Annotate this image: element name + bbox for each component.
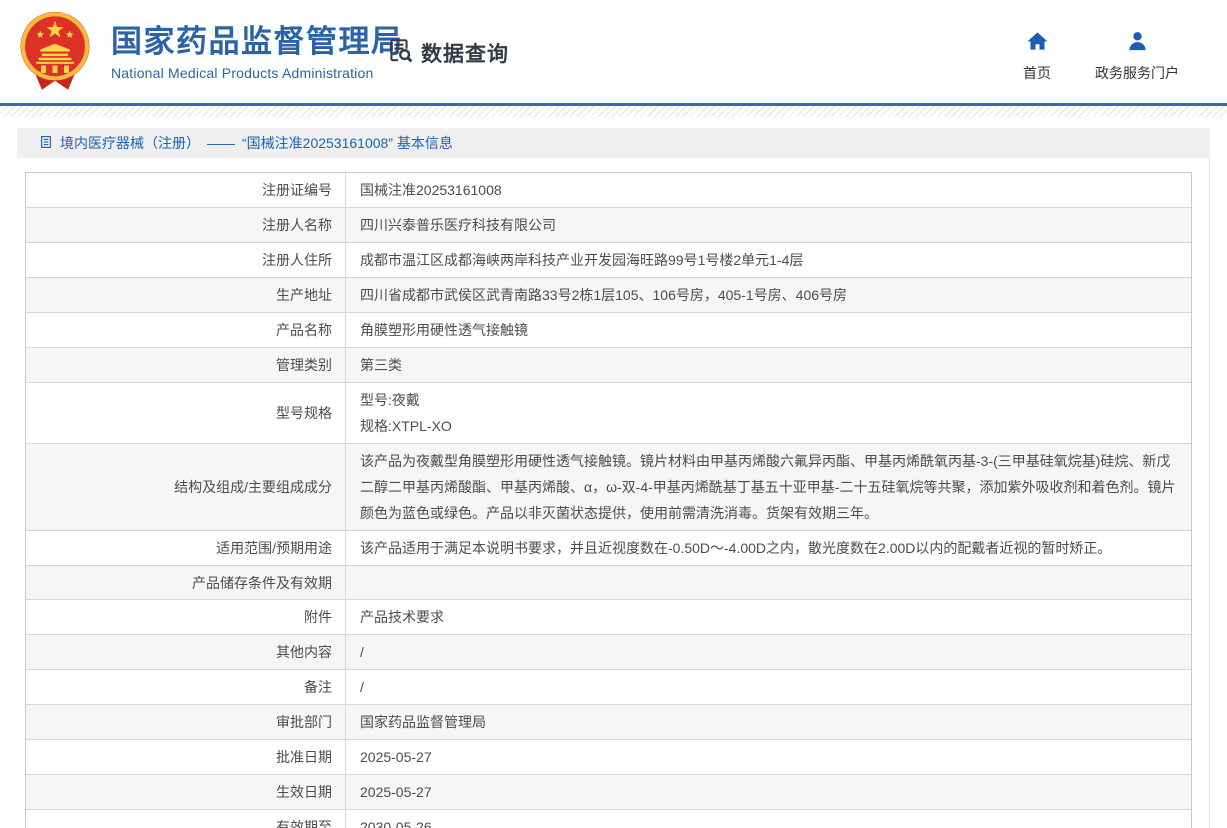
row-value: 产品技术要求 (346, 600, 1191, 634)
row-label: 生产地址 (26, 278, 346, 312)
row-label: 产品名称 (26, 313, 346, 347)
breadcrumb-separator: —— (207, 135, 235, 151)
row-label: 附件 (26, 600, 346, 634)
row-value: / (346, 670, 1191, 704)
row-label: 产品储存条件及有效期 (26, 566, 346, 599)
home-icon (1026, 30, 1049, 56)
breadcrumb: 境内医疗器械（注册） —— “国械注准20253161008” 基本信息 (17, 128, 1210, 158)
table-row-storage-conditions: 产品储存条件及有效期 (26, 566, 1191, 600)
row-value (346, 566, 1191, 599)
table-row-approval-date: 批准日期 2025-05-27 (26, 740, 1191, 775)
national-emblem-logo (14, 8, 96, 96)
table-row-effective-date: 生效日期 2025-05-27 (26, 775, 1191, 810)
row-label: 备注 (26, 670, 346, 704)
row-label: 注册人名称 (26, 208, 346, 242)
table-row-management-class: 管理类别 第三类 (26, 348, 1191, 383)
site-title-cn: 国家药品监督管理局 (111, 24, 404, 60)
row-value: 角膜塑形用硬性透气接触镜 (346, 313, 1191, 347)
row-label: 有效期至 (26, 810, 346, 828)
row-value: 型号:夜戴 规格:XTPL-XO (346, 383, 1191, 443)
table-row-product-name: 产品名称 角膜塑形用硬性透气接触镜 (26, 313, 1191, 348)
row-value: / (346, 635, 1191, 669)
table-row-intended-use: 适用范围/预期用途 该产品适用于满足本说明书要求，并且近视度数在-0.50D～-… (26, 531, 1191, 566)
row-value: 2025-05-27 (346, 775, 1191, 809)
row-value: 国家药品监督管理局 (346, 705, 1191, 739)
header-nav: 首页 政务服务门户 (1023, 30, 1179, 83)
table-row-other-content: 其他内容 / (26, 635, 1191, 670)
breadcrumb-current: “国械注准20253161008” 基本信息 (242, 133, 453, 153)
row-value: 国械注准20253161008 (346, 173, 1191, 207)
row-label: 其他内容 (26, 635, 346, 669)
table-row-attachment: 附件 产品技术要求 (26, 600, 1191, 635)
row-label: 结构及组成/主要组成成分 (26, 444, 346, 530)
table-row-registrant-name: 注册人名称 四川兴泰普乐医疗科技有限公司 (26, 208, 1191, 243)
row-label: 适用范围/预期用途 (26, 531, 346, 565)
nav-gov-portal[interactable]: 政务服务门户 (1095, 30, 1179, 83)
document-search-icon (386, 36, 415, 70)
row-label: 批准日期 (26, 740, 346, 774)
table-row-composition: 结构及组成/主要组成成分 该产品为夜戴型角膜塑形用硬性透气接触镜。镜片材料由甲基… (26, 444, 1191, 531)
row-value: 成都市温江区成都海峡两岸科技产业开发园海旺路99号1号楼2单元1-4层 (346, 243, 1191, 277)
row-label: 管理类别 (26, 348, 346, 382)
table-row-cert-number: 注册证编号 国械注准20253161008 (26, 173, 1191, 208)
row-label: 生效日期 (26, 775, 346, 809)
row-value: 四川省成都市武侯区武青南路33号2栋1层105、106号房，405-1号房、40… (346, 278, 1191, 312)
table-row-model-spec: 型号规格 型号:夜戴 规格:XTPL-XO (26, 383, 1191, 444)
page-icon (39, 135, 53, 152)
row-value: 该产品为夜戴型角膜塑形用硬性透气接触镜。镜片材料由甲基丙烯酸六氟异丙酯、甲基丙烯… (346, 444, 1191, 530)
registration-info-table: 注册证编号 国械注准20253161008 注册人名称 四川兴泰普乐医疗科技有限… (25, 172, 1192, 828)
row-value: 2025-05-27 (346, 740, 1191, 774)
nav-home[interactable]: 首页 (1023, 30, 1051, 83)
row-value: 四川兴泰普乐医疗科技有限公司 (346, 208, 1191, 242)
emblem-icon (14, 8, 96, 96)
user-icon (1126, 30, 1149, 56)
header-hatch-band (0, 106, 1227, 117)
nav-gov-portal-label: 政务服务门户 (1095, 63, 1179, 83)
data-query-label: 数据查询 (421, 38, 509, 68)
breadcrumb-section-link[interactable]: 境内医疗器械（注册） (60, 133, 200, 153)
table-row-production-address: 生产地址 四川省成都市武侯区武青南路33号2栋1层105、106号房，405-1… (26, 278, 1191, 313)
row-label: 型号规格 (26, 383, 346, 443)
row-label: 审批部门 (26, 705, 346, 739)
site-title-en: National Medical Products Administration (111, 65, 404, 81)
site-title-block: 国家药品监督管理局 National Medical Products Admi… (111, 24, 404, 81)
row-value: 该产品适用于满足本说明书要求，并且近视度数在-0.50D～-4.00D之内，散光… (346, 531, 1191, 565)
row-value: 2030-05-26 (346, 810, 1191, 828)
table-row-expiry-date: 有效期至 2030-05-26 (26, 810, 1191, 828)
row-label: 注册证编号 (26, 173, 346, 207)
table-row-remarks: 备注 / (26, 670, 1191, 705)
row-value: 第三类 (346, 348, 1191, 382)
content-right-edge (1209, 158, 1210, 828)
row-label: 注册人住所 (26, 243, 346, 277)
nav-home-label: 首页 (1023, 63, 1051, 83)
site-header: 国家药品监督管理局 National Medical Products Admi… (0, 0, 1227, 103)
table-row-approval-department: 审批部门 国家药品监督管理局 (26, 705, 1191, 740)
table-row-registrant-address: 注册人住所 成都市温江区成都海峡两岸科技产业开发园海旺路99号1号楼2单元1-4… (26, 243, 1191, 278)
data-query-heading[interactable]: 数据查询 (386, 36, 509, 70)
